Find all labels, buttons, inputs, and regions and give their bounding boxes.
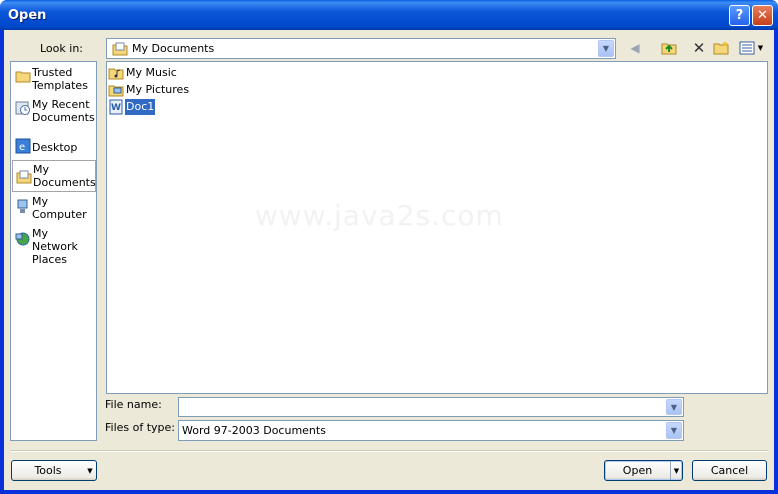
dialog-title: Open	[8, 8, 47, 23]
files-of-type-value: Word 97-2003 Documents	[182, 424, 326, 437]
svg-text:W: W	[111, 103, 121, 113]
svg-text:e: e	[19, 142, 25, 153]
network-places-icon	[15, 232, 30, 246]
look-in-value: My Documents	[132, 42, 215, 55]
place-label: My Computer	[32, 195, 87, 221]
places-bar: Trusted Templates My Recent Documents e …	[10, 61, 97, 441]
look-in-label: Look in:	[40, 42, 83, 55]
my-documents-icon	[112, 42, 128, 56]
open-dialog: Open ? ✕ Look in: My Documents ▼ ◀ ✕ ▼ T…	[0, 0, 778, 494]
file-name: Doc1	[125, 99, 156, 115]
cancel-button[interactable]: Cancel	[692, 460, 767, 481]
watermark: www.java2s.com	[255, 199, 504, 232]
pictures-folder-icon	[108, 85, 124, 97]
place-label: Desktop	[32, 141, 78, 154]
help-button[interactable]: ?	[729, 5, 750, 26]
word-document-icon: W	[109, 99, 123, 115]
dialog-body: Look in: My Documents ▼ ◀ ✕ ▼ Trusted Te…	[4, 30, 774, 490]
title-bar[interactable]: Open ? ✕	[0, 0, 778, 30]
file-name: My Music	[126, 66, 177, 79]
my-computer-icon	[17, 199, 28, 213]
place-my-computer[interactable]: My Computer	[12, 193, 96, 225]
place-my-recent-documents[interactable]: My Recent Documents	[12, 96, 96, 128]
tools-button[interactable]: Tools ▼	[11, 460, 97, 481]
files-of-type-combo[interactable]: Word 97-2003 Documents ▼	[178, 420, 684, 441]
place-label: My Network Places	[32, 227, 78, 266]
place-label: My Recent Documents	[32, 98, 95, 124]
place-my-network-places[interactable]: My Network Places	[12, 225, 96, 266]
music-folder-icon	[108, 68, 124, 80]
open-label: Open	[622, 464, 653, 477]
tools-label: Tools	[34, 464, 62, 477]
file-list[interactable]: My Music My Pictures W Doc1 www.java2s.c…	[106, 61, 768, 394]
chevron-down-icon: ▼	[87, 466, 93, 475]
chevron-down-icon[interactable]: ▼	[598, 40, 614, 57]
place-label: Trusted Templates	[32, 66, 88, 92]
look-in-combo[interactable]: My Documents ▼	[106, 38, 616, 59]
file-name: My Pictures	[126, 83, 190, 96]
chevron-down-icon[interactable]: ▼	[666, 422, 682, 439]
delete-icon[interactable]: ✕	[690, 39, 708, 57]
views-icon[interactable]: ▼	[736, 40, 766, 56]
chevron-down-icon[interactable]: ▼	[666, 399, 682, 415]
desktop-icon: e	[15, 138, 31, 154]
files-of-type-label: Files of type:	[105, 421, 176, 434]
my-documents-icon	[16, 170, 32, 184]
file-name-label: File name:	[105, 398, 162, 411]
close-button[interactable]: ✕	[752, 5, 773, 26]
place-my-documents[interactable]: My Documents	[12, 160, 96, 192]
cancel-label: Cancel	[710, 464, 749, 477]
file-name-combo[interactable]: ▼	[178, 397, 684, 417]
divider	[10, 450, 768, 452]
back-icon[interactable]: ◀	[626, 40, 644, 56]
new-folder-icon[interactable]	[712, 40, 730, 56]
open-button[interactable]: Open ▼	[604, 460, 683, 481]
chevron-down-icon[interactable]: ▼	[670, 461, 682, 480]
place-label: My Documents	[33, 163, 96, 189]
up-folder-icon[interactable]	[660, 40, 678, 56]
place-trusted-templates[interactable]: Trusted Templates	[12, 64, 96, 96]
recent-documents-icon	[15, 101, 30, 115]
folder-icon	[15, 71, 31, 83]
